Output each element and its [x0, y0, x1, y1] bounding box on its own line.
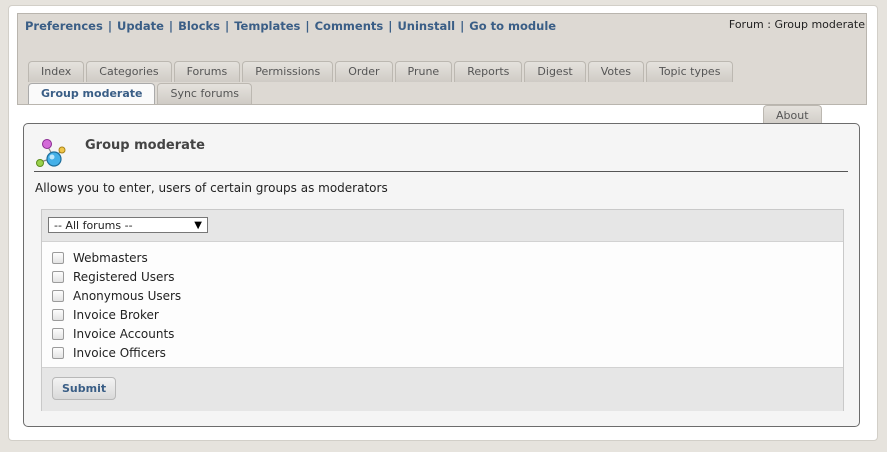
go-to-module-link[interactable]: Go to module — [469, 19, 556, 33]
module-network-icon — [36, 139, 66, 167]
group-row-webmasters: Webmasters — [52, 248, 181, 267]
webmasters-checkbox[interactable] — [52, 251, 64, 264]
group-label: Webmasters — [73, 250, 148, 265]
uninstall-link[interactable]: Uninstall — [397, 19, 455, 33]
group-label: Registered Users — [73, 269, 175, 284]
update-link[interactable]: Update — [117, 19, 164, 33]
nav-separator: | — [305, 19, 310, 33]
nav-separator: | — [225, 19, 230, 33]
tab-sync-forums[interactable]: Sync forums — [157, 83, 253, 104]
group-row-registered-users: Registered Users — [52, 267, 181, 286]
registered-users-checkbox[interactable] — [52, 270, 64, 283]
preferences-link[interactable]: Preferences — [25, 19, 103, 33]
panel-title: Group moderate — [85, 138, 205, 153]
group-moderate-panel: Group moderate Allows you to enter, user… — [23, 123, 860, 427]
invoice-accounts-checkbox[interactable] — [52, 327, 64, 340]
group-row-anonymous-users: Anonymous Users — [52, 286, 181, 305]
dropdown-arrow-icon: ▼ — [194, 220, 202, 231]
group-label: Invoice Accounts — [73, 326, 175, 341]
comments-link[interactable]: Comments — [315, 19, 384, 33]
tab-votes[interactable]: Votes — [587, 61, 644, 82]
tab-digest[interactable]: Digest — [524, 61, 586, 82]
tab-permissions[interactable]: Permissions — [242, 61, 334, 82]
invoice-officers-checkbox[interactable] — [52, 346, 64, 359]
breadcrumb: Forum : Group moderate — [728, 18, 865, 31]
group-row-invoice-accounts: Invoice Accounts — [52, 324, 181, 343]
tab-index[interactable]: Index — [28, 61, 85, 82]
tab-order[interactable]: Order — [335, 61, 393, 82]
group-label: Invoice Officers — [73, 345, 166, 360]
admin-top-nav: Preferences | Update | Blocks | Templates | Comm… — [25, 19, 556, 33]
form-actions: Submit — [42, 367, 843, 411]
tab-categories[interactable]: Categories — [86, 61, 172, 82]
group-row-invoice-broker: Invoice Broker — [52, 305, 181, 324]
nav-separator: | — [168, 19, 174, 33]
group-list: Webmasters Registered Users Anonymous Us… — [52, 248, 181, 362]
blocks-link[interactable]: Blocks — [178, 19, 220, 33]
invoice-broker-checkbox[interactable] — [52, 308, 64, 321]
tab-topic-types[interactable]: Topic types — [645, 61, 734, 82]
nav-separator: | — [460, 19, 465, 33]
panel-description: Allows you to enter, users of certain gr… — [35, 181, 388, 195]
forum-filter-row: -- All forums -- ▼ — [42, 210, 843, 242]
admin-header: Preferences | Update | Blocks | Templates | Comm… — [17, 13, 867, 126]
nav-separator: | — [107, 19, 113, 33]
group-label: Invoice Broker — [73, 307, 159, 322]
tab-group-moderate[interactable]: Group moderate — [28, 83, 156, 104]
panel-header: Group moderate — [34, 132, 848, 172]
submit-button[interactable]: Submit — [52, 377, 117, 400]
group-row-invoice-officers: Invoice Officers — [52, 343, 181, 362]
tab-forums[interactable]: Forums — [173, 61, 241, 82]
forum-select-value: -- All forums -- — [54, 219, 133, 232]
admin-tabs: Index Categories Forums Permissions Orde… — [28, 61, 858, 127]
group-label: Anonymous Users — [73, 288, 182, 303]
anonymous-users-checkbox[interactable] — [52, 289, 64, 302]
moderate-form: -- All forums -- ▼ Webmasters Registered… — [41, 209, 844, 411]
tab-prune[interactable]: Prune — [394, 61, 453, 82]
forum-select[interactable]: -- All forums -- ▼ — [48, 217, 208, 233]
nav-separator: | — [388, 19, 393, 33]
tab-reports[interactable]: Reports — [454, 61, 523, 82]
templates-link[interactable]: Templates — [234, 19, 300, 33]
